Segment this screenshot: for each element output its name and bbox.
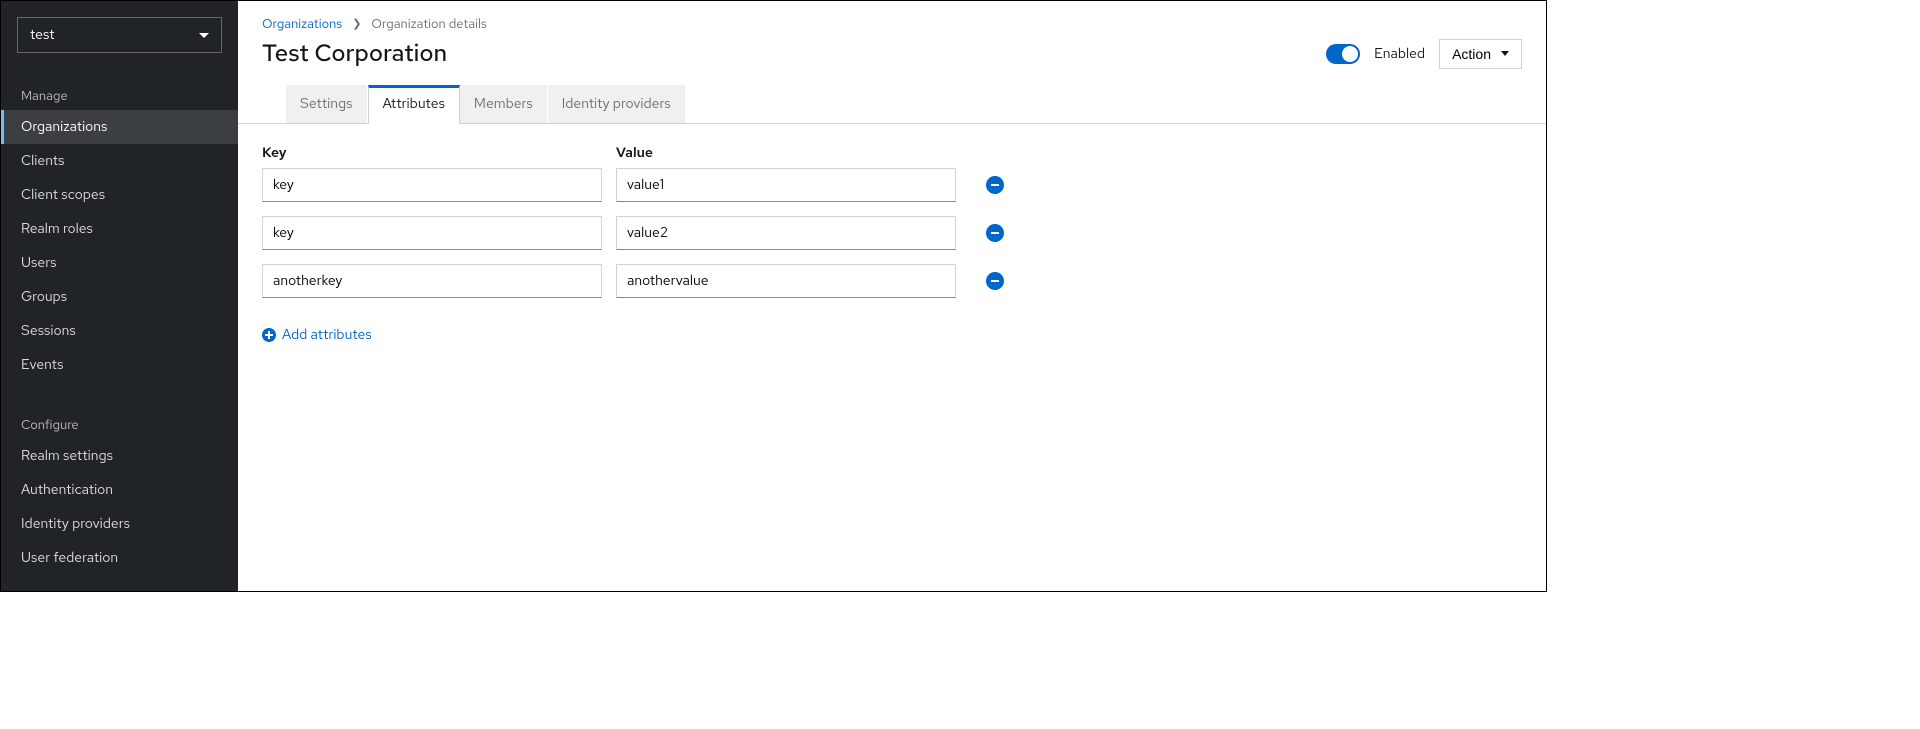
chevron-right-icon: ❯ (352, 17, 361, 31)
sidebar-item-user-federation[interactable]: User federation (1, 541, 238, 575)
sidebar-item-sessions[interactable]: Sessions (1, 314, 238, 348)
attribute-row (262, 264, 1522, 298)
tab-members[interactable]: Members (460, 85, 548, 123)
sidebar-item-users[interactable]: Users (1, 246, 238, 280)
minus-icon (991, 280, 999, 282)
remove-attribute-button[interactable] (986, 224, 1004, 242)
realm-selector[interactable]: test (17, 17, 222, 53)
attribute-value-input[interactable] (616, 168, 956, 202)
nav-label: Identity providers (21, 515, 130, 533)
tab-settings[interactable]: Settings (286, 85, 368, 123)
sidebar: test Manage Organizations Clients Client… (1, 1, 238, 591)
nav-label: Organizations (21, 118, 107, 136)
tab-label: Settings (300, 95, 353, 113)
attribute-row (262, 168, 1522, 202)
attribute-row (262, 216, 1522, 250)
sidebar-item-realm-settings[interactable]: Realm settings (1, 439, 238, 473)
nav-label: Users (21, 254, 56, 272)
main-content: Organizations ❯ Organization details Tes… (238, 1, 1546, 591)
nav-label: Client scopes (21, 186, 105, 204)
action-dropdown-label: Action (1452, 46, 1491, 62)
tab-attributes[interactable]: Attributes (368, 85, 460, 124)
breadcrumb: Organizations ❯ Organization details (238, 1, 1546, 32)
plus-circle-icon (262, 328, 276, 342)
add-attributes-button[interactable]: Add attributes (262, 326, 372, 344)
nav-label: Authentication (21, 481, 113, 499)
nav-label: Sessions (21, 322, 76, 340)
attribute-key-input[interactable] (262, 168, 602, 202)
sidebar-item-organizations[interactable]: Organizations (1, 110, 238, 144)
tab-identity-providers[interactable]: Identity providers (548, 85, 686, 123)
remove-attribute-button[interactable] (986, 176, 1004, 194)
column-header-key: Key (262, 144, 602, 162)
sidebar-item-events[interactable]: Events (1, 348, 238, 382)
action-dropdown[interactable]: Action (1439, 39, 1522, 69)
sidebar-item-client-scopes[interactable]: Client scopes (1, 178, 238, 212)
minus-icon (991, 184, 999, 186)
nav-label: Clients (21, 152, 64, 170)
breadcrumb-root-link[interactable]: Organizations (262, 15, 342, 32)
add-attributes-label: Add attributes (282, 326, 372, 344)
sidebar-item-realm-roles[interactable]: Realm roles (1, 212, 238, 246)
attribute-key-input[interactable] (262, 264, 602, 298)
nav-label: Realm roles (21, 220, 93, 238)
tab-label: Members (474, 95, 533, 113)
attributes-section: Key Value (238, 124, 1546, 367)
column-header-value: Value (616, 144, 956, 162)
remove-attribute-button[interactable] (986, 272, 1004, 290)
page-title: Test Corporation (262, 38, 447, 69)
tab-label: Attributes (383, 95, 445, 113)
chevron-down-icon (1501, 51, 1509, 56)
minus-icon (991, 232, 999, 234)
nav-section-title: Configure (1, 398, 238, 439)
enabled-label: Enabled (1374, 45, 1425, 63)
attribute-key-input[interactable] (262, 216, 602, 250)
sidebar-item-authentication[interactable]: Authentication (1, 473, 238, 507)
tab-label: Identity providers (562, 95, 671, 113)
sidebar-item-groups[interactable]: Groups (1, 280, 238, 314)
attribute-value-input[interactable] (616, 264, 956, 298)
toggle-knob (1342, 46, 1358, 62)
tabs: Settings Attributes Members Identity pro… (238, 85, 1546, 124)
enabled-toggle[interactable] (1326, 44, 1360, 64)
nav-section-title: Manage (1, 69, 238, 110)
realm-selector-value: test (30, 26, 55, 44)
chevron-down-icon (199, 33, 209, 38)
sidebar-item-identity-providers[interactable]: Identity providers (1, 507, 238, 541)
nav-label: Realm settings (21, 447, 113, 465)
attribute-value-input[interactable] (616, 216, 956, 250)
nav-label: Events (21, 356, 63, 374)
sidebar-item-clients[interactable]: Clients (1, 144, 238, 178)
nav-label: Groups (21, 288, 67, 306)
nav-label: User federation (21, 549, 118, 567)
breadcrumb-current: Organization details (371, 15, 486, 32)
